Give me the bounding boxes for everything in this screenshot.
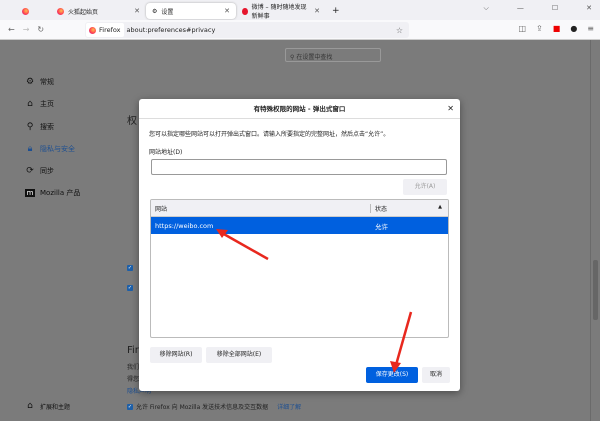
arrow-to-site: [216, 229, 269, 261]
annotation-arrows: [216, 229, 413, 373]
arrow-to-save: [390, 311, 413, 373]
